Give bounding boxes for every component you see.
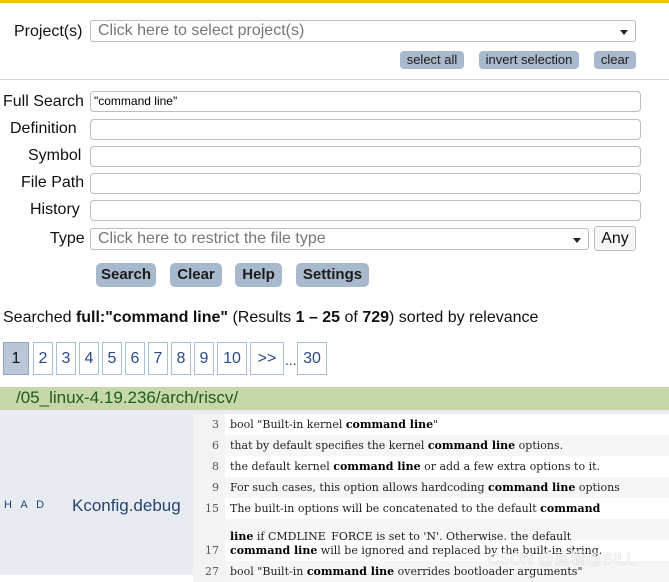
type-label: Type xyxy=(50,230,85,247)
definition-label: Definition xyxy=(10,120,77,137)
line-fragment: options. xyxy=(515,439,564,452)
code-line[interactable]: line if CMDLINE_FORCE is set to 'N'. Oth… xyxy=(193,519,669,540)
definition-input[interactable] xyxy=(90,119,641,140)
line-number[interactable]: 17 xyxy=(193,540,225,561)
pager-ellipsis: ... xyxy=(285,352,297,368)
code-line[interactable]: 8 the default kernel command line or add … xyxy=(193,456,669,477)
settings-button[interactable]: Settings xyxy=(296,263,369,287)
code-line[interactable]: 15 The built-in options will be concatena… xyxy=(193,498,669,519)
page-link[interactable]: 9 xyxy=(194,342,214,375)
page-link[interactable]: 4 xyxy=(79,342,99,375)
line-fragment: " xyxy=(433,418,439,431)
clear-button[interactable]: Clear xyxy=(170,263,222,287)
line-text: that by default specifies the kernel com… xyxy=(225,435,563,456)
line-number[interactable] xyxy=(193,519,225,540)
line-fragment: options xyxy=(575,481,620,494)
summary-results-open: (Results xyxy=(228,309,296,326)
page-link[interactable]: 1 xyxy=(3,342,29,375)
page-link[interactable]: 3 xyxy=(56,342,76,375)
code-line[interactable]: 9 For such cases, this option allows hard… xyxy=(193,477,669,498)
select-all-button[interactable]: select all xyxy=(400,51,464,69)
directory-path[interactable]: /05_linux-4.19.236/arch/riscv/ xyxy=(16,388,238,407)
full-search-label: Full Search xyxy=(3,93,84,110)
line-fragment: The built-in options will be concatenate… xyxy=(230,502,541,515)
file-path-label: File Path xyxy=(21,174,85,191)
match-highlight: command line xyxy=(427,439,516,452)
line-fragment: the default kernel xyxy=(230,460,334,473)
summary-of: of xyxy=(340,309,363,326)
code-line[interactable]: 6 that by default specifies the kernel co… xyxy=(193,435,669,456)
line-fragment: bool "Built-in kernel xyxy=(230,418,346,431)
line-text: The built-in options will be concatenate… xyxy=(225,498,600,519)
page-link[interactable]: 10 xyxy=(217,342,247,375)
line-number[interactable]: 9 xyxy=(193,477,225,498)
any-type-button[interactable]: Any xyxy=(594,226,636,251)
page-link[interactable]: 6 xyxy=(125,342,145,375)
symbol-label: Symbol xyxy=(28,147,82,164)
summary-range: 1 – 25 xyxy=(295,309,341,326)
match-highlight: command line xyxy=(306,565,395,578)
page-link[interactable]: 7 xyxy=(148,342,168,375)
match-highlight: command xyxy=(540,502,601,515)
result-file-link[interactable]: Kconfig.debug xyxy=(72,496,181,516)
help-button[interactable]: Help xyxy=(235,263,282,287)
page-link[interactable]: 5 xyxy=(102,342,122,375)
summary-total: 729 xyxy=(362,309,390,326)
project-select-placeholder: Click here to select project(s) xyxy=(98,22,305,39)
line-fragment: or add a few extra options to it. xyxy=(420,460,601,473)
type-select-placeholder: Click here to restrict the file type xyxy=(98,230,326,247)
line-text: bool "Built-in kernel command line" xyxy=(225,414,438,435)
history-label: History xyxy=(30,201,80,218)
chevron-down-icon xyxy=(573,238,581,243)
line-fragment: For such cases, this option allows hardc… xyxy=(230,481,489,494)
line-text: line if CMDLINE_FORCE is set to 'N'. Oth… xyxy=(225,526,571,540)
top-accent-line xyxy=(0,0,669,3)
search-button[interactable]: Search xyxy=(96,263,156,287)
project-label: Project(s) xyxy=(14,23,83,40)
chevron-down-icon xyxy=(620,30,628,35)
line-fragment: if CMDLINE_FORCE is set to 'N'. Otherwis… xyxy=(253,530,572,540)
clear-projects-button[interactable]: clear xyxy=(594,51,636,69)
symbol-input[interactable] xyxy=(90,146,641,167)
summary-prefix: Searched xyxy=(3,309,76,326)
file-path-input[interactable] xyxy=(90,173,641,194)
match-highlight: command line xyxy=(488,481,576,494)
line-text: the default kernel command line or add a… xyxy=(225,456,600,477)
project-select[interactable]: Click here to select project(s) xyxy=(90,20,636,42)
match-highlight: command line xyxy=(333,460,421,473)
divider xyxy=(0,79,669,80)
result-directory[interactable]: /05_linux-4.19.236/arch/riscv/ xyxy=(0,387,669,410)
page-link[interactable]: 8 xyxy=(171,342,191,375)
invert-selection-button[interactable]: invert selection xyxy=(479,51,579,69)
match-highlight: command line xyxy=(230,544,318,557)
last-page-link[interactable]: 30 xyxy=(297,342,327,375)
summary-query: full:"command line" xyxy=(75,309,229,326)
watermark: CSDN @高桐@BILL xyxy=(488,551,636,568)
line-number[interactable]: 3 xyxy=(193,414,225,435)
summary-suffix: ) sorted by relevance xyxy=(389,309,539,326)
line-number[interactable]: 27 xyxy=(193,561,225,582)
code-line[interactable]: 3 bool "Built-in kernel command line" xyxy=(193,414,669,435)
match-highlight: command line xyxy=(345,418,434,431)
full-search-input[interactable]: "command line" xyxy=(90,91,641,112)
line-fragment: that by default specifies the kernel xyxy=(230,439,428,452)
next-pages-link[interactable]: >> xyxy=(250,342,284,375)
type-select[interactable]: Click here to restrict the file type xyxy=(90,228,589,250)
match-highlight: line xyxy=(230,530,254,540)
line-number[interactable]: 15 xyxy=(193,498,225,519)
page-link[interactable]: 2 xyxy=(33,342,53,375)
line-fragment: bool "Built-in xyxy=(230,565,307,578)
history-input[interactable] xyxy=(90,200,641,221)
results-summary: Searched full:"command line" (Results 1 … xyxy=(3,309,538,327)
line-number[interactable]: 6 xyxy=(193,435,225,456)
file-tag-links[interactable]: H A D xyxy=(4,499,47,511)
line-number[interactable]: 8 xyxy=(193,456,225,477)
line-text: For such cases, this option allows hardc… xyxy=(225,477,620,498)
